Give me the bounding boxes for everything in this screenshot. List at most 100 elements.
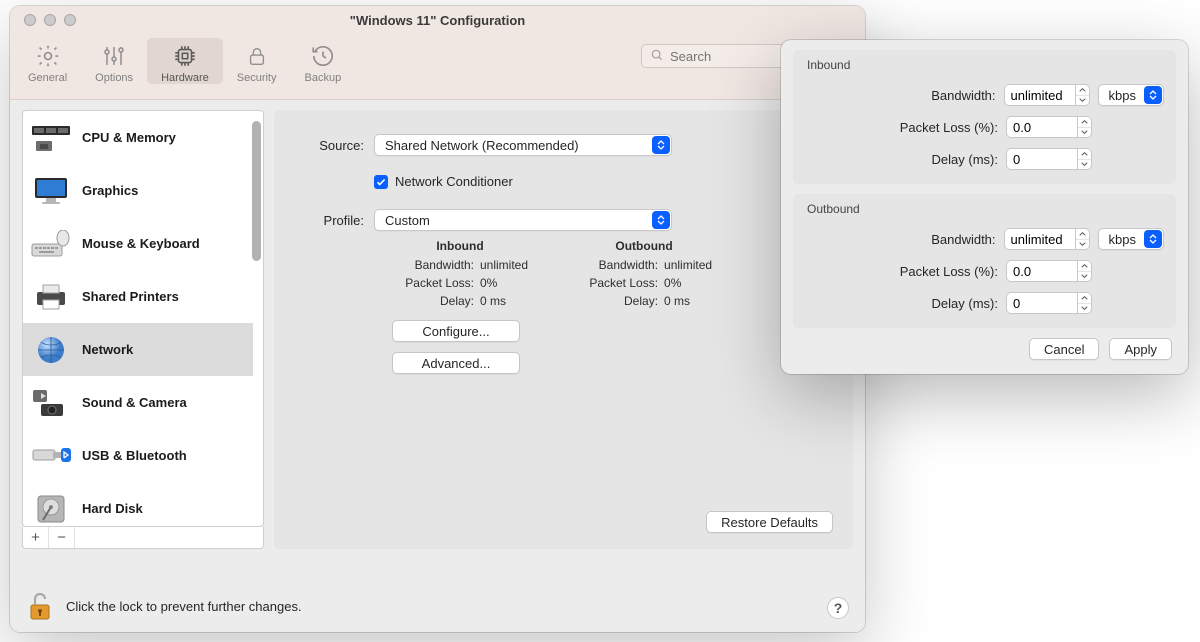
configuration-window: "Windows 11" Configuration General Optio… <box>10 6 865 632</box>
outbound-heading: Outbound <box>576 239 712 253</box>
stepper-buttons[interactable] <box>1078 116 1092 138</box>
gear-icon <box>35 42 61 70</box>
cpu-memory-icon <box>29 121 73 155</box>
chevron-up-icon <box>1076 229 1089 240</box>
toolbar: General Options Hardware Security Backup <box>10 34 865 100</box>
conditioner-row: Network Conditioner <box>294 174 833 189</box>
toolbar-hardware[interactable]: Hardware <box>147 38 223 84</box>
configure-button[interactable]: Configure... <box>392 320 520 342</box>
toolbar-label: Security <box>237 72 277 84</box>
restore-defaults-button[interactable]: Restore Defaults <box>706 511 833 533</box>
history-icon <box>310 42 336 70</box>
toolbar-label: Options <box>95 72 133 84</box>
traffic-lights <box>10 14 76 26</box>
sidebar-item-sound-camera[interactable]: Sound & Camera <box>23 376 253 429</box>
sidebar-item-label: Network <box>82 342 133 357</box>
source-value: Shared Network (Recommended) <box>385 138 644 153</box>
chevron-down-icon <box>1076 96 1089 106</box>
toolbar-backup[interactable]: Backup <box>291 38 356 84</box>
footer: Click the lock to prevent further change… <box>10 580 865 632</box>
lock-icon <box>244 42 270 70</box>
sound-camera-icon <box>29 386 73 420</box>
outbound-packetloss-row: Packet Loss (%): <box>805 260 1164 282</box>
chevron-down-icon <box>1078 160 1091 170</box>
stepper-buttons[interactable] <box>1078 260 1092 282</box>
outbound-pl-input[interactable] <box>1006 260 1078 282</box>
outbound-delay-input[interactable] <box>1006 292 1078 314</box>
stepper-buttons[interactable] <box>1078 148 1092 170</box>
chevron-updown-icon <box>652 136 670 154</box>
detail-pane: Source: Shared Network (Recommended) Net… <box>274 110 853 549</box>
outbound-delay-row: Delay (ms): <box>805 292 1164 314</box>
stepper-buttons[interactable] <box>1076 84 1090 106</box>
add-button[interactable]: + <box>23 527 49 548</box>
source-popup[interactable]: Shared Network (Recommended) <box>374 134 672 156</box>
inbound-pl-stepper[interactable] <box>1006 116 1092 138</box>
outbound-summary: Outbound Bandwidth:unlimited Packet Loss… <box>576 239 712 310</box>
outbound-bw-input[interactable] <box>1004 228 1076 250</box>
remove-button[interactable]: − <box>49 527 75 548</box>
sidebar-item-cpu-memory[interactable]: CPU & Memory <box>23 111 253 164</box>
sidebar-item-graphics[interactable]: Graphics <box>23 164 253 217</box>
profile-popup[interactable]: Custom <box>374 209 672 231</box>
outbound-bw-stepper[interactable] <box>1004 228 1090 250</box>
usb-bluetooth-icon <box>29 439 73 473</box>
chevron-up-icon <box>1078 293 1091 304</box>
toolbar-general[interactable]: General <box>14 38 81 84</box>
close-button[interactable] <box>24 14 36 26</box>
inbound-bw-stepper[interactable] <box>1004 84 1090 106</box>
inbound-pl-input[interactable] <box>1006 116 1078 138</box>
chevron-updown-icon <box>1144 86 1162 104</box>
inbound-delay-input[interactable] <box>1006 148 1078 170</box>
sidebar-item-hard-disk[interactable]: Hard Disk <box>23 482 253 526</box>
sidebar-wrap: CPU & Memory Graphics Mouse & Keyboard <box>22 110 264 549</box>
inbound-packetloss-row: Packet Loss (%): <box>805 116 1164 138</box>
sidebar-item-label: Shared Printers <box>82 289 179 304</box>
outbound-pl-stepper[interactable] <box>1006 260 1092 282</box>
sidebar-scrollbar[interactable] <box>252 121 261 261</box>
outbound-bw-unit[interactable]: kbps <box>1098 228 1164 250</box>
sidebar-item-label: Graphics <box>82 183 138 198</box>
inbound-summary: Inbound Bandwidth:unlimited Packet Loss:… <box>392 239 528 310</box>
sidebar-item-usb-bluetooth[interactable]: USB & Bluetooth <box>23 429 253 482</box>
help-button[interactable]: ? <box>827 597 849 619</box>
inbound-bw-unit[interactable]: kbps <box>1098 84 1164 106</box>
inbound-heading: Inbound <box>392 239 528 253</box>
stepper-buttons[interactable] <box>1078 292 1092 314</box>
outbound-group: Outbound Bandwidth: kbps Packet Loss (%)… <box>793 194 1176 328</box>
printer-icon <box>29 280 73 314</box>
minimize-button[interactable] <box>44 14 56 26</box>
apply-button[interactable]: Apply <box>1109 338 1172 360</box>
sidebar-item-label: CPU & Memory <box>82 130 176 145</box>
zoom-button[interactable] <box>64 14 76 26</box>
checkbox-checked-icon <box>374 175 388 189</box>
outbound-delay-stepper[interactable] <box>1006 292 1092 314</box>
hard-disk-icon <box>29 492 73 526</box>
profile-row: Profile: Custom <box>294 209 833 231</box>
cancel-button[interactable]: Cancel <box>1029 338 1099 360</box>
sidebar-item-mouse-keyboard[interactable]: Mouse & Keyboard <box>23 217 253 270</box>
chevron-down-icon <box>1078 304 1091 314</box>
advanced-button[interactable]: Advanced... <box>392 352 520 374</box>
stepper-buttons[interactable] <box>1076 228 1090 250</box>
inbound-bandwidth-row: Bandwidth: kbps <box>805 84 1164 106</box>
conditioner-config-panel: Inbound Bandwidth: kbps Packet Loss (%):… <box>781 40 1188 374</box>
outbound-title: Outbound <box>807 202 1164 216</box>
chevron-up-icon <box>1078 149 1091 160</box>
toolbar-options[interactable]: Options <box>81 38 147 84</box>
toolbar-security[interactable]: Security <box>223 38 291 84</box>
toolbar-label: General <box>28 72 67 84</box>
profile-value: Custom <box>385 213 644 228</box>
inbound-bw-input[interactable] <box>1004 84 1076 106</box>
sidebar-item-label: USB & Bluetooth <box>82 448 187 463</box>
panel-actions: Cancel Apply <box>793 338 1176 360</box>
unlocked-icon[interactable] <box>26 592 54 620</box>
chevron-updown-icon <box>652 211 670 229</box>
sidebar-item-shared-printers[interactable]: Shared Printers <box>23 270 253 323</box>
profile-label: Profile: <box>294 213 374 228</box>
sidebar-item-label: Sound & Camera <box>82 395 187 410</box>
inbound-delay-stepper[interactable] <box>1006 148 1092 170</box>
sidebar-item-network[interactable]: Network <box>23 323 253 376</box>
conditioner-checkbox[interactable]: Network Conditioner <box>374 174 513 189</box>
outbound-bandwidth-row: Bandwidth: kbps <box>805 228 1164 250</box>
